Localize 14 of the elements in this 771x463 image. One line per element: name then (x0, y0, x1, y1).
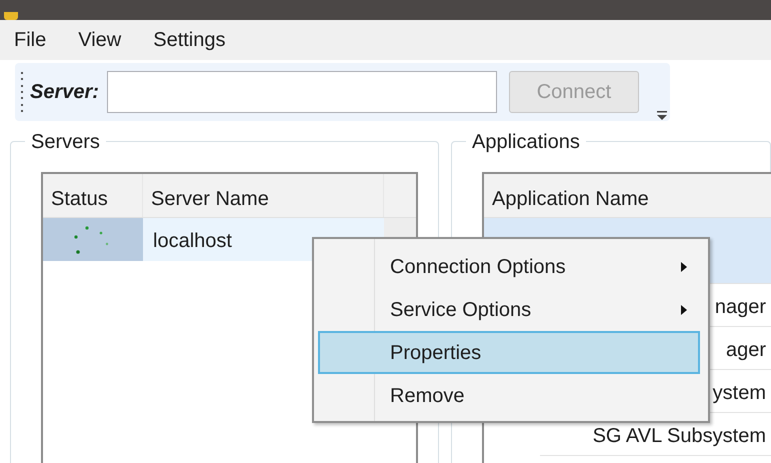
server-input-field[interactable] (106, 71, 497, 113)
column-header[interactable]: Status (43, 174, 143, 217)
menu-item[interactable]: Properties (318, 331, 700, 374)
menu-item[interactable]: Service Options (318, 288, 700, 331)
menu-item[interactable]: File (10, 25, 50, 55)
menu-item[interactable]: View (74, 25, 126, 55)
app-icon (4, 12, 18, 20)
toolbar-overflow-icon[interactable] (656, 109, 668, 121)
column-header[interactable]: Application Name (484, 174, 771, 217)
menu-item[interactable]: Settings (149, 25, 230, 55)
menu-item[interactable]: Remove (318, 374, 700, 417)
server-label: Server: (30, 80, 99, 105)
column-header[interactable]: Server Name (143, 174, 384, 217)
toolbar-grip-icon[interactable] (21, 72, 24, 112)
